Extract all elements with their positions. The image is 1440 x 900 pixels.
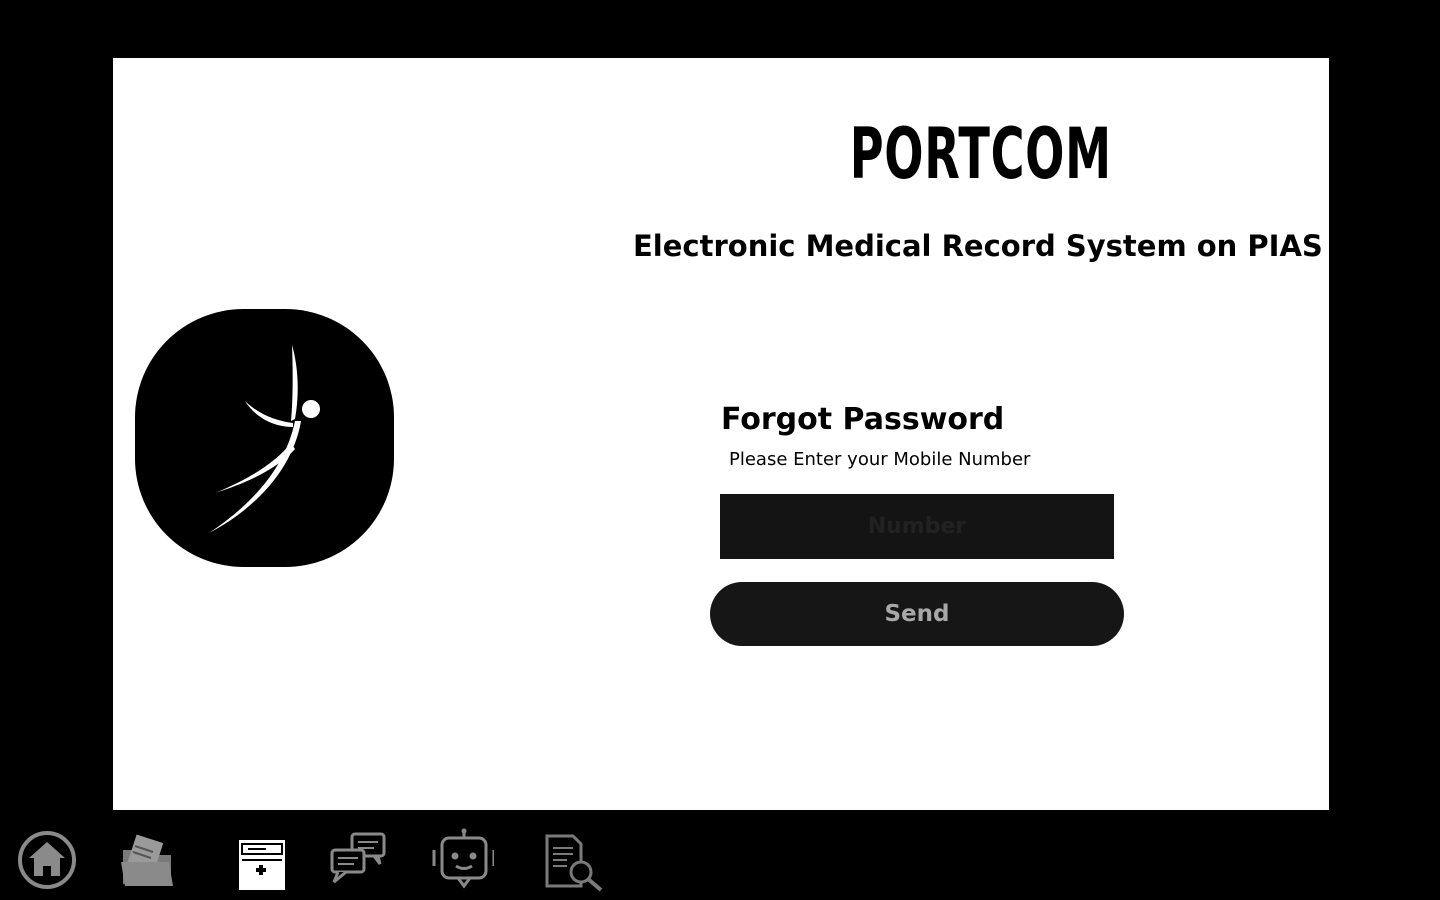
chat-icon [330,832,386,884]
dock-chat-button[interactable] [326,828,390,892]
robot-icon [432,828,494,889]
mobile-number-input[interactable] [720,494,1114,559]
bottom-dock [0,810,1440,900]
app-screen: PORTCOM Electronic Medical Record System… [0,0,1440,900]
home-icon [18,831,76,889]
medical-record-icon [239,840,285,890]
page-subtitle: Electronic Medical Record System on PIAS [633,229,1323,263]
dock-medical-record-button[interactable] [232,828,296,892]
folder-icon [121,834,173,886]
dock-document-search-button[interactable] [543,828,607,892]
dock-folder-button[interactable] [117,828,181,892]
app-logo [135,309,394,567]
dancer-logo-icon [209,345,320,533]
mobile-number-hint: Please Enter your Mobile Number [729,449,1031,470]
forgot-password-heading: Forgot Password [721,402,1005,437]
dock-home-button[interactable] [15,828,79,892]
send-button[interactable]: Send [710,582,1124,646]
main-panel: PORTCOM Electronic Medical Record System… [113,58,1329,810]
document-search-icon [545,834,603,892]
brand-title: PORTCOM [849,113,1112,195]
dock-assistant-button[interactable] [430,828,494,892]
